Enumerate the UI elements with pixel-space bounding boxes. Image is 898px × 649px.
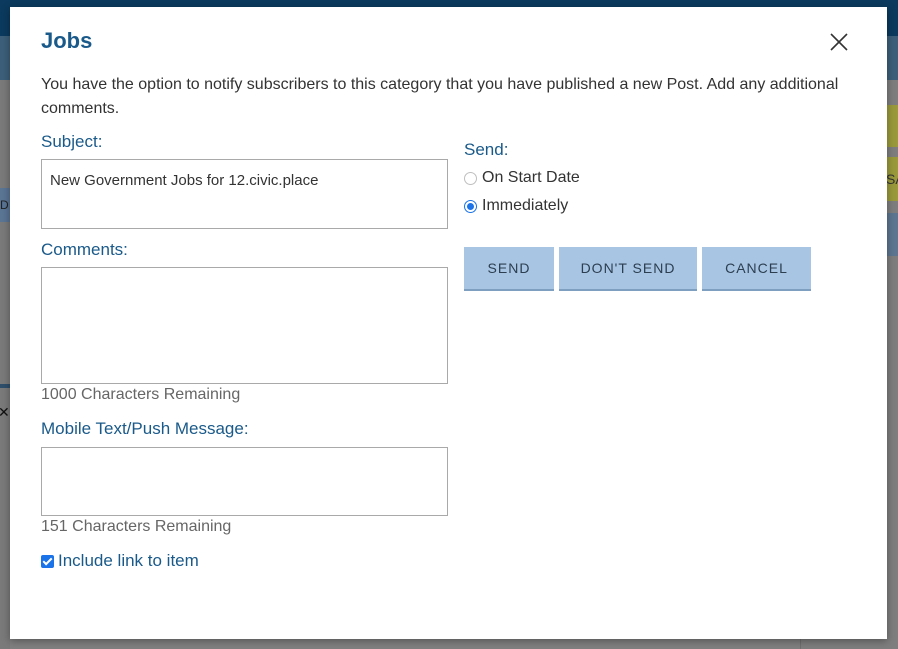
comments-field[interactable] [41,267,448,384]
background-left-text: D [0,198,9,212]
background-blue-button [886,213,898,256]
mobile-char-counter: 151 Characters Remaining [41,518,232,535]
comments-label: Comments: [41,240,128,259]
send-button[interactable]: SEND [464,247,554,291]
dialog-intro-text: You have the option to notify subscriber… [41,76,839,117]
include-link-row[interactable]: Include link to item [41,551,199,571]
send-label: Send: [464,140,509,159]
include-link-label[interactable]: Include link to item [58,551,199,571]
background-left-button: D [0,188,10,222]
include-link-checkbox[interactable] [41,554,54,568]
background-right-text: SA [886,171,898,187]
background-yellow-button-2: SA [886,157,898,201]
background-yellow-button [886,105,898,147]
background-left-strip [0,80,10,649]
immediately-label[interactable]: Immediately [482,197,568,215]
close-icon [830,33,848,51]
background-left-divider [0,384,10,388]
start-date-radio[interactable] [464,171,477,185]
immediately-radio[interactable] [464,199,477,213]
send-option-start-date[interactable]: On Start Date [464,169,580,187]
notify-dialog: Jobs You have the option to notify subsc… [10,7,887,639]
dont-send-button[interactable]: DON'T SEND [559,247,697,291]
subject-field[interactable]: New Government Jobs for 12.civic.place [41,159,448,229]
comments-char-counter: 1000 Characters Remaining [41,386,241,403]
start-date-label[interactable]: On Start Date [482,169,580,187]
subject-label: Subject: [41,132,103,151]
cancel-button[interactable]: CANCEL [702,247,811,291]
mobile-message-field[interactable] [41,447,448,516]
mobile-message-label: Mobile Text/Push Message: [41,419,249,438]
dialog-title: Jobs [41,28,93,53]
background-close-icon: ✕ [0,404,10,420]
send-option-immediately[interactable]: Immediately [464,197,568,215]
close-button[interactable] [826,29,852,55]
